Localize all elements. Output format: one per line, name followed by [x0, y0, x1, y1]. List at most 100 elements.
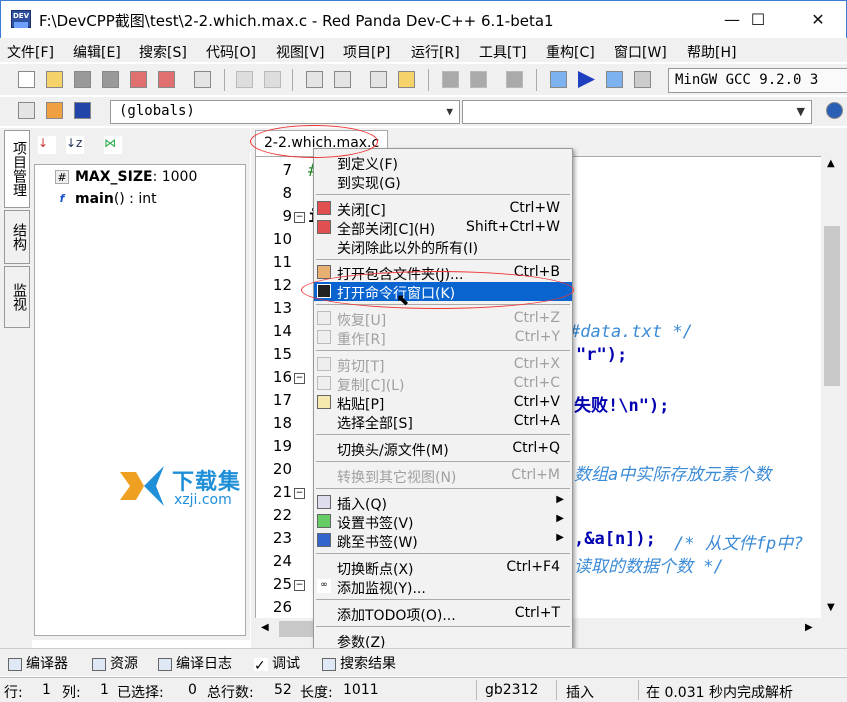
menu-switch-view[interactable]: 转换到其它视图(N) Ctrl+M	[314, 466, 572, 486]
rebuild-icon[interactable]	[634, 71, 651, 88]
goto-declaration-icon[interactable]	[46, 102, 63, 119]
compile-run-icon[interactable]	[606, 71, 623, 88]
sort-alpha-icon[interactable]: ↓z	[66, 136, 84, 154]
menu-edit[interactable]: 编辑[E]	[73, 42, 121, 62]
menu-redo[interactable]: 重作[R] Ctrl+Y	[314, 328, 572, 348]
menu-toggle-breakpoint[interactable]: 切换断点(X) Ctrl+F4	[314, 558, 572, 578]
context-menu: 到定义(F) 到实现(G) 关闭[C] Ctrl+W 全部关闭[C](H) Shif…	[313, 148, 573, 652]
new-class-icon[interactable]	[18, 102, 35, 119]
replace-icon[interactable]	[334, 71, 351, 88]
new-file-icon[interactable]	[18, 71, 35, 88]
tab-resources[interactable]: 资源	[92, 653, 138, 673]
redo-icon[interactable]	[264, 71, 281, 88]
open-file-icon[interactable]	[46, 71, 63, 88]
class-item-detail: : 1000	[152, 169, 198, 185]
function-icon: f	[59, 192, 65, 205]
sort-by-type-icon[interactable]: ↓	[38, 136, 56, 154]
unindent-icon[interactable]	[470, 71, 487, 88]
vertical-scrollbar[interactable]: ▲ ▼	[821, 156, 843, 620]
compile-icon[interactable]	[550, 71, 567, 88]
status-total-label: 总行数:	[207, 685, 254, 701]
scroll-thumb[interactable]	[824, 226, 840, 386]
menu-goto-implementation[interactable]: 到实现(G)	[314, 172, 572, 192]
menu-undo[interactable]: 恢复[U] Ctrl+Z	[314, 309, 572, 329]
app-icon: DEV	[11, 10, 31, 28]
line-number: 10	[272, 230, 292, 248]
show-inherited-icon[interactable]: ⋈	[104, 136, 122, 154]
insert-icon	[317, 495, 331, 509]
scroll-up-icon[interactable]: ▲	[827, 158, 835, 169]
status-mode: 插入	[566, 685, 594, 701]
menu-cut[interactable]: 剪切[T] Ctrl+X	[314, 355, 572, 375]
tab-compile-log[interactable]: 编译日志	[158, 653, 232, 673]
close-file-icon[interactable]	[130, 71, 147, 88]
close-button[interactable]: ✕	[795, 5, 841, 35]
member-dropdown[interactable]: ▼	[462, 100, 812, 124]
comment-icon[interactable]	[506, 71, 523, 88]
tab-compiler[interactable]: 编译器	[8, 653, 68, 673]
menu-switch-header-source[interactable]: 切换头/源文件(M) Ctrl+Q	[314, 439, 572, 459]
scroll-right-icon[interactable]: ▶	[805, 622, 813, 633]
menu-window[interactable]: 窗口[W]	[614, 42, 667, 62]
class-item-max-size[interactable]: # MAX_SIZE: 1000	[55, 169, 197, 185]
run-icon[interactable]	[578, 71, 595, 88]
menu-file[interactable]: 文件[F]	[7, 42, 54, 62]
status-encoding[interactable]: gb2312	[485, 682, 538, 698]
menu-project[interactable]: 项目[P]	[343, 42, 390, 62]
indent-icon[interactable]	[442, 71, 459, 88]
debug-icon[interactable]	[826, 102, 843, 119]
menu-select-all[interactable]: 选择全部[S] Ctrl+A	[314, 412, 572, 432]
menu-insert[interactable]: 插入(Q) ▶	[314, 493, 572, 513]
submenu-arrow-icon: ▶	[556, 513, 564, 524]
scope-dropdown[interactable]: (globals) ▼	[110, 100, 460, 124]
undo-icon[interactable]	[236, 71, 253, 88]
scroll-down-icon[interactable]: ▼	[827, 602, 835, 613]
menu-set-bookmark[interactable]: 设置书签(V) ▶	[314, 512, 572, 532]
menu-paste[interactable]: 粘贴[P] Ctrl+V	[314, 393, 572, 413]
line-number: 18	[272, 414, 292, 432]
tab-search-results[interactable]: 搜索结果	[322, 653, 396, 673]
menu-add-todo[interactable]: 添加TODO项(O)... Ctrl+T	[314, 604, 572, 624]
side-tabs: 项目管理 结构 监视	[0, 128, 32, 648]
tab-project-manager[interactable]: 项目管理	[4, 130, 30, 208]
fold-toggle-icon[interactable]: −	[294, 373, 305, 384]
menu-run[interactable]: 运行[R]	[411, 42, 460, 62]
menu-copy[interactable]: 复制[C](L) Ctrl+C	[314, 374, 572, 394]
tab-watch[interactable]: 监视	[4, 266, 30, 328]
fold-toggle-icon[interactable]: −	[294, 580, 305, 591]
fold-toggle-icon[interactable]: −	[294, 212, 305, 223]
menu-view[interactable]: 视图[V]	[276, 42, 325, 62]
tab-debug[interactable]: ✓ 调试	[254, 653, 300, 674]
menu-goto-bookmark[interactable]: 跳至书签(W) ▶	[314, 531, 572, 551]
scroll-left-icon[interactable]: ◀	[261, 622, 269, 633]
menu-code[interactable]: 代码[O]	[206, 42, 256, 62]
find-icon[interactable]	[306, 71, 323, 88]
save-all-icon[interactable]	[102, 71, 119, 88]
close-all-icon[interactable]	[158, 71, 175, 88]
save-icon[interactable]	[74, 71, 91, 88]
toolbar-divider	[536, 69, 537, 91]
scope-value: (globals)	[119, 103, 195, 119]
menu-close[interactable]: 关闭[C] Ctrl+W	[314, 199, 572, 219]
split-view-icon[interactable]	[398, 71, 415, 88]
menu-refactor[interactable]: 重构[C]	[546, 42, 595, 62]
menu-help[interactable]: 帮助[H]	[687, 42, 736, 62]
class-item-main[interactable]: f main() : int	[55, 191, 157, 207]
menu-search[interactable]: 搜索[S]	[139, 42, 187, 62]
menu-close-all[interactable]: 全部关闭[C](H) Shift+Ctrl+W	[314, 218, 572, 238]
menu-close-others[interactable]: 关闭除此以外的所有(I)	[314, 237, 572, 257]
menu-tools[interactable]: 工具[T]	[479, 42, 526, 62]
menu-goto-definition[interactable]: 到定义(F)	[314, 153, 572, 173]
tab-structure[interactable]: 结构	[4, 210, 30, 264]
print-icon[interactable]	[194, 71, 211, 88]
mouse-cursor-icon: ⬉	[396, 290, 410, 309]
fold-toggle-icon[interactable]: −	[294, 488, 305, 499]
compiler-select[interactable]: MinGW GCC 9.2.0 3	[668, 68, 847, 93]
menu-add-watch[interactable]: ∞ 添加监视(Y)...	[314, 577, 572, 597]
line-number: 25	[272, 575, 292, 593]
toggle-panel-icon[interactable]	[370, 71, 387, 88]
paste-icon	[317, 395, 331, 409]
maximize-button[interactable]: ☐	[735, 5, 781, 35]
watch-icon: ∞	[317, 579, 331, 593]
bookmark-icon[interactable]	[74, 102, 91, 119]
